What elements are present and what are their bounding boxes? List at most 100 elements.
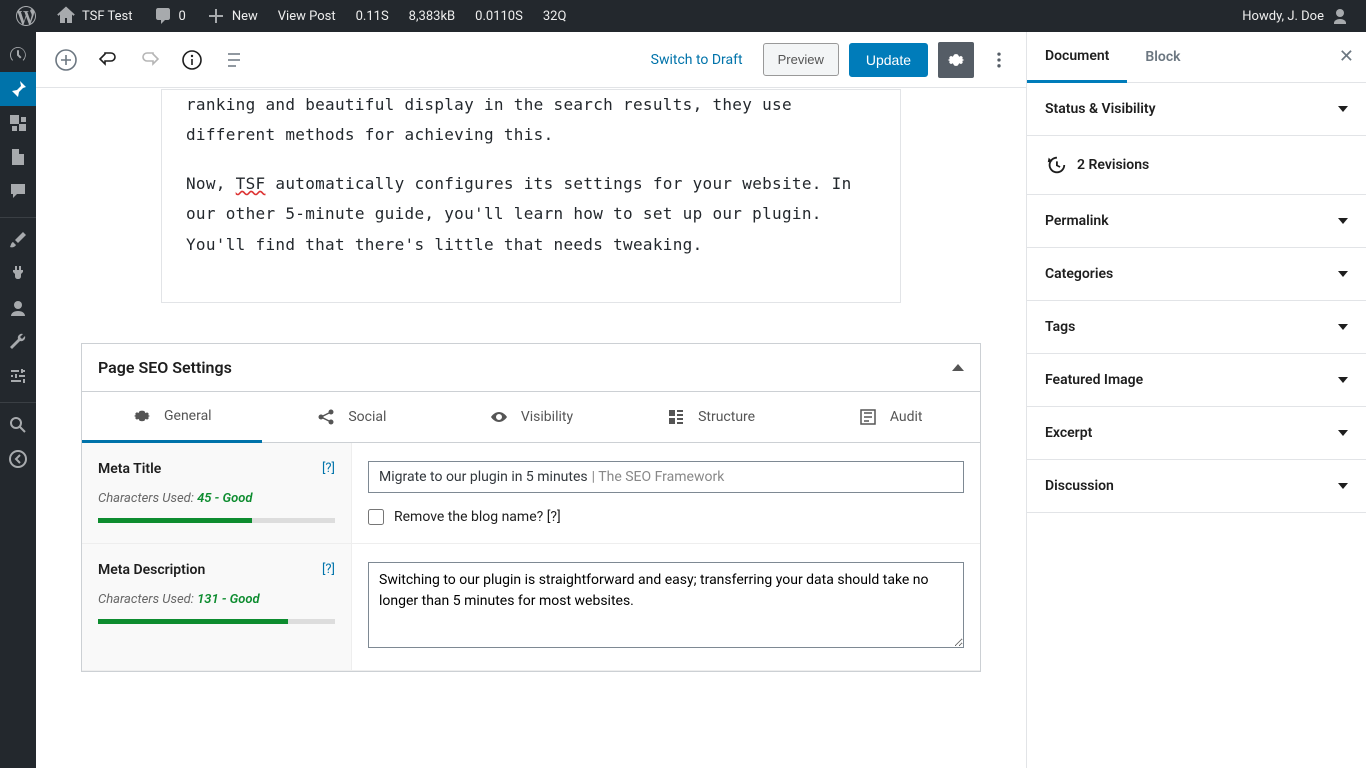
meta-desc-label-col: Meta Description [?] Characters Used: 13… [82,544,352,670]
nav-dashboard[interactable] [0,38,36,72]
new-content[interactable]: New [198,0,266,32]
remove-blog-name-label: Remove the blog name? [?] [394,509,561,525]
nav-comments[interactable] [0,174,36,208]
settings-toggle[interactable] [938,42,974,78]
paragraph-2[interactable]: Now, TSF automatically configures its se… [186,169,876,260]
metric-mem[interactable]: 8,383kB [401,0,463,32]
section-tags[interactable]: Tags [1027,301,1366,353]
chevron-down-icon [1338,271,1348,277]
chevron-down-icon [1338,218,1348,224]
section-permalink[interactable]: Permalink [1027,195,1366,247]
meta-desc-bar [98,619,335,624]
metric-time2[interactable]: 0.0110S [467,0,531,32]
user-icon [8,298,28,318]
meta-desc-help[interactable]: [?] [322,562,335,577]
remove-blog-name-row[interactable]: Remove the blog name? [?] [368,509,964,525]
site-name[interactable]: TSF Test [48,0,141,32]
tab-document[interactable]: Document [1027,32,1127,83]
metabox-toggle[interactable]: Page SEO Settings [82,344,980,392]
meta-desc-chars: Characters Used: 131 - Good [98,592,335,607]
info-button[interactable] [174,42,210,78]
seo-tabs: General Social Visibility Structure Audi… [82,392,980,443]
preview-button[interactable]: Preview [763,43,839,76]
undo-button[interactable] [90,42,126,78]
user-avatar-icon [1330,6,1350,26]
editor-topbar: Switch to Draft Preview Update [36,32,1026,88]
nav-users[interactable] [0,291,36,325]
nav-search[interactable] [0,408,36,442]
nav-plugins[interactable] [0,257,36,291]
brush-icon [8,230,28,250]
new-label: New [232,9,258,24]
admin-sidenav [0,32,36,768]
outline-button[interactable] [216,42,252,78]
chevron-down-icon [1338,483,1348,489]
meta-title-input[interactable]: Migrate to our plugin in 5 minutes | The… [368,461,964,493]
info-icon [180,48,204,72]
remove-blog-name-checkbox[interactable] [368,509,384,525]
seo-tab-social[interactable]: Social [262,392,442,442]
seo-tab-structure[interactable]: Structure [621,392,801,442]
list-icon [222,48,246,72]
wordpress-icon [16,6,36,26]
plus-circle-icon [54,48,78,72]
switch-to-draft[interactable]: Switch to Draft [641,46,753,74]
wrench-icon [8,332,28,352]
dashboard-icon [8,45,28,65]
more-menu[interactable] [984,42,1014,78]
meta-title-row: Meta Title [?] Characters Used: 45 - Goo… [82,443,980,544]
meta-title-field-col: Migrate to our plugin in 5 minutes | The… [352,443,980,543]
revisions-link[interactable]: 2 Revisions [1027,136,1366,194]
howdy-user[interactable]: Howdy, J. Doe [1234,0,1358,32]
seo-tab-audit[interactable]: Audit [800,392,980,442]
editor-body[interactable]: ranking and beautiful display in the sea… [36,88,1026,768]
metric-time[interactable]: 0.11S [348,0,397,32]
pages-icon [8,147,28,167]
section-categories[interactable]: Categories [1027,248,1366,300]
search-icon [8,415,28,435]
content-block[interactable]: ranking and beautiful display in the sea… [161,89,901,303]
metric-queries[interactable]: 32Q [535,0,575,32]
seo-tab-visibility[interactable]: Visibility [441,392,621,442]
share-icon [316,407,336,427]
seo-tab-general[interactable]: General [82,392,262,443]
redo-icon [138,48,162,72]
meta-title-help[interactable]: [?] [322,461,335,476]
add-block-button[interactable] [48,42,84,78]
section-excerpt[interactable]: Excerpt [1027,407,1366,459]
document-tabs: Document Block ✕ [1027,32,1366,83]
comments-link[interactable]: 0 [145,0,194,32]
sliders-icon [8,366,28,386]
meta-desc-input[interactable] [368,562,964,648]
nav-separator-2 [0,398,36,403]
update-button[interactable]: Update [849,43,928,77]
nav-tools[interactable] [0,325,36,359]
redo-button[interactable] [132,42,168,78]
nav-pages[interactable] [0,140,36,174]
close-panel[interactable]: ✕ [1339,46,1354,67]
meta-desc-field-col [352,544,980,670]
nav-settings[interactable] [0,359,36,393]
meta-title-chars: Characters Used: 45 - Good [98,491,335,506]
adminbar-left: TSF Test 0 New View Post 0.11S 8,383kB 0… [8,0,574,32]
metabox-title: Page SEO Settings [98,358,232,377]
section-discussion[interactable]: Discussion [1027,460,1366,512]
tab-block[interactable]: Block [1127,33,1198,81]
section-featured-image[interactable]: Featured Image [1027,354,1366,406]
section-status[interactable]: Status & Visibility [1027,83,1366,135]
meta-title-label: Meta Title [98,461,161,477]
meta-desc-label: Meta Description [98,562,205,578]
paragraph-1[interactable]: ranking and beautiful display in the sea… [186,90,876,151]
nav-media[interactable] [0,106,36,140]
site-name-text: TSF Test [82,9,133,24]
document-panel: Document Block ✕ Status & Visibility 2 R… [1026,32,1366,768]
spell-error: TSF [236,174,266,193]
nav-appearance[interactable] [0,223,36,257]
nav-posts[interactable] [0,72,36,106]
gear-icon [945,49,967,71]
nav-collapse[interactable] [0,442,36,476]
meta-title-label-col: Meta Title [?] Characters Used: 45 - Goo… [82,443,352,543]
wp-logo[interactable] [8,0,44,32]
structure-icon [666,407,686,427]
view-post[interactable]: View Post [270,0,344,32]
